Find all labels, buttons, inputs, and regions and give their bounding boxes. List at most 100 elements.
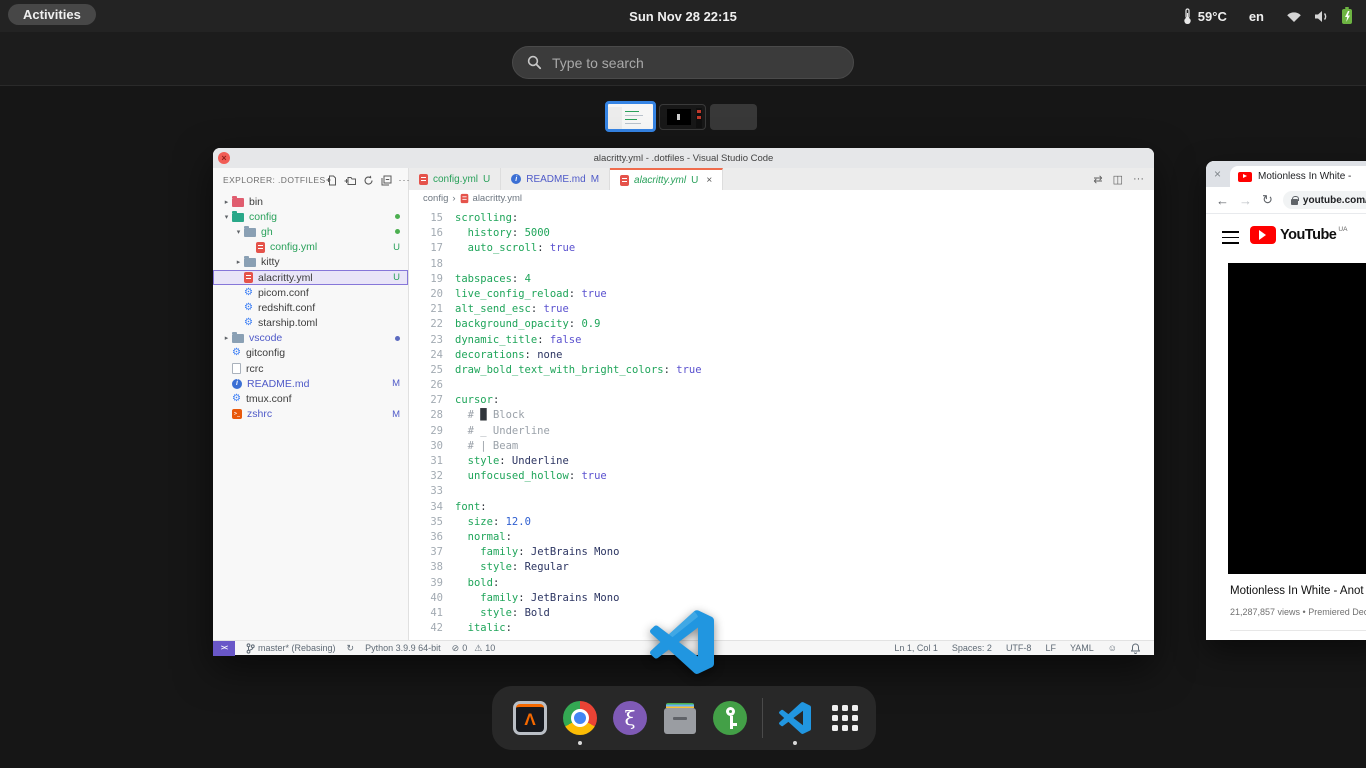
tree-item-README-md[interactable]: iREADME.mdM [213,376,408,391]
gear-icon: ⚙ [244,288,253,298]
tab-close-icon[interactable]: × [1214,167,1221,181]
encoding[interactable]: UTF-8 [1006,643,1032,653]
feedback-icon[interactable]: ☺ [1108,643,1117,653]
window-close-button[interactable]: × [218,152,230,164]
tree-item-picom-conf[interactable]: ⚙picom.conf [213,285,408,300]
keyboard-layout-label: en [1249,9,1264,24]
key-icon [713,701,747,735]
video-player[interactable] [1228,263,1366,574]
folder-icon [244,228,256,237]
search-box[interactable] [512,46,854,79]
line-number: 28 [409,409,443,424]
tree-item-gh[interactable]: ▾gh [213,224,408,239]
git-branch-status[interactable]: master* (Rebasing) [246,643,336,654]
problems-status[interactable]: ⊘ 0 ⚠ 10 [452,643,496,654]
tree-item-label: config.yml [270,241,317,253]
line-number: 19 [409,273,443,288]
dock-item-app-grid[interactable] [827,700,863,736]
tree-item-gitconfig[interactable]: ⚙gitconfig [213,346,408,361]
eol-sequence[interactable]: LF [1045,643,1056,653]
terminal-icon: >_ [232,409,242,419]
new-folder-icon[interactable] [344,175,356,186]
tree-item-redshift-conf[interactable]: ⚙redshift.conf [213,300,408,315]
code-line: 40 family: JetBrains Mono [409,592,1154,607]
tree-item-bin[interactable]: ▸bin [213,194,408,209]
running-indicator-dot [578,741,582,745]
workspace-thumbnail-empty[interactable] [710,104,757,130]
python-interpreter[interactable]: Python 3.9.9 64-bit [365,643,441,653]
clock[interactable]: Sun Nov 28 22:15 [0,9,1366,24]
thumbnail-mini-item [697,116,701,119]
tree-item-config[interactable]: ▾config [213,209,408,224]
language-mode[interactable]: YAML [1070,643,1094,653]
notifications-bell-icon[interactable] [1131,643,1140,654]
editor-tab-config.yml[interactable]: config.ymlU [409,168,501,190]
workspace-thumbnail-vscode[interactable] [605,101,656,132]
breadcrumb-file[interactable]: alacritty.yml [473,193,522,204]
running-indicator-dot [793,741,797,745]
tab-label: config.yml [433,174,478,185]
code-text: background_opacity: 0.9 [455,318,600,333]
dock-item-vscode[interactable] [777,700,813,736]
chevron-icon: ▸ [221,198,232,206]
yaml-file-icon [620,175,629,186]
tab-close-icon[interactable]: × [706,175,712,186]
chrome-active-tab[interactable]: Motionless In White - [1230,166,1366,187]
tree-item-starship-toml[interactable]: ⚙starship.toml [213,316,408,331]
indentation[interactable]: Spaces: 2 [952,643,992,653]
open-changes-icon[interactable]: ⇄ [1093,173,1102,186]
tree-item-rcrc[interactable]: rcrc [213,361,408,376]
line-number: 24 [409,349,443,364]
tree-item-alacritty-yml[interactable]: alacritty.ymlU [213,270,408,285]
dock-item-passwords[interactable] [712,700,748,736]
split-editor-icon[interactable]: ◫ [1113,173,1123,186]
dock-item-files[interactable] [662,700,698,736]
line-number: 25 [409,364,443,379]
breadcrumb[interactable]: config › alacritty.yml [409,190,1154,206]
gear-icon: ⚙ [244,303,253,313]
quick-settings[interactable] [1286,9,1352,24]
temperature-indicator[interactable]: 59°C [1183,8,1227,25]
video-meta: 21,287,857 views • Premiered Dec [1230,607,1366,617]
more-actions-icon[interactable]: ··· [1133,173,1144,185]
dock-item-alacritty[interactable]: Λ [512,700,548,736]
workspace-thumbnail-youtube[interactable] [659,104,706,130]
tree-item-label: alacritty.yml [258,272,313,284]
tree-item-zshrc[interactable]: >_zshrcM [213,407,408,422]
code-line: 21alt_send_esc: true [409,303,1154,318]
vscode-titlebar[interactable]: × alacritty.yml - .dotfiles - Visual Stu… [213,148,1154,168]
youtube-logo[interactable]: YouTube UA [1250,226,1347,244]
yaml-file-icon [256,242,265,253]
code-line: 39 bold: [409,577,1154,592]
code-text: draw_bold_text_with_bright_colors: true [455,364,702,379]
address-bar[interactable]: youtube.com/wa [1283,191,1366,209]
yaml-file-icon [244,272,253,283]
keyboard-layout-indicator[interactable]: en [1249,9,1264,24]
refresh-icon[interactable] [363,175,374,186]
tree-item-vscode[interactable]: ▸vscode [213,331,408,346]
remote-indicator[interactable]: >< [213,641,235,656]
tab-label: README.md [526,174,585,185]
reload-button[interactable]: ↻ [1262,192,1273,208]
code-line: 22background_opacity: 0.9 [409,318,1154,333]
tree-item-tmux-conf[interactable]: ⚙tmux.conf [213,391,408,406]
collapse-folders-icon[interactable] [381,175,392,186]
code-line: 27cursor: [409,394,1154,409]
code-editor-surface[interactable]: 15scrolling:16 history: 500017 auto_scro… [409,206,1154,640]
new-file-icon[interactable] [326,175,337,186]
tree-item-config-yml[interactable]: config.ymlU [213,240,408,255]
editor-tab-alacritty.yml[interactable]: alacritty.ymlU× [610,168,723,190]
hamburger-menu-icon[interactable] [1222,231,1239,244]
system-status-area[interactable]: 59°C en [1183,0,1352,32]
tree-item-kitty[interactable]: ▸kitty [213,255,408,270]
forward-button[interactable]: → [1239,193,1252,208]
cursor-position[interactable]: Ln 1, Col 1 [894,643,938,653]
sync-button[interactable]: ↻ [347,643,355,654]
breadcrumb-folder[interactable]: config [423,193,448,204]
dock-item-emacs[interactable]: ξ [612,700,648,736]
battery-icon [1342,9,1352,24]
dock-item-chrome[interactable] [562,700,598,736]
search-input[interactable] [542,55,853,71]
back-button[interactable]: ← [1216,193,1229,208]
editor-tab-README.md[interactable]: iREADME.mdM [501,168,610,190]
